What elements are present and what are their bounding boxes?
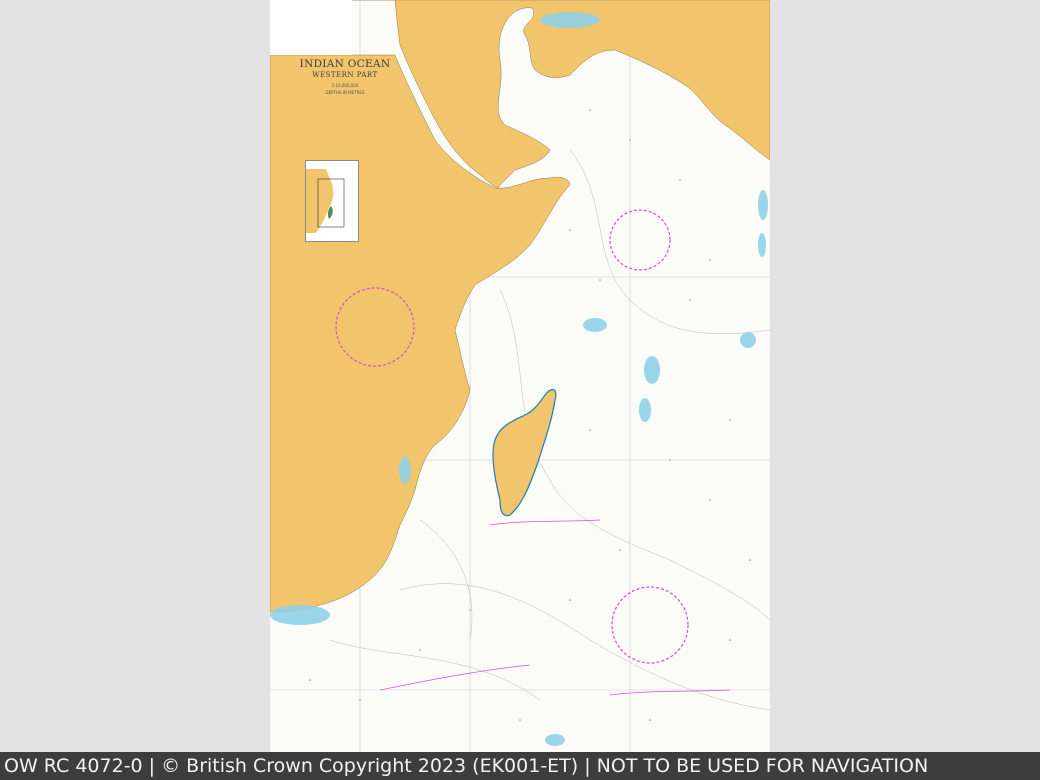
inset-map-graphic	[306, 169, 345, 233]
chart-graphics	[270, 0, 770, 752]
inset-locator-map	[305, 160, 359, 242]
copyright-caption: OW RC 4072-0 | © British Crown Copyright…	[0, 752, 1040, 780]
chart-depth-units: DEPTHS IN METRES	[325, 90, 365, 95]
chart-scale: 1:10,000,000	[331, 83, 359, 88]
chart-subtitle: WESTERN PART	[312, 71, 378, 79]
chart-viewer: INDIAN OCEAN WESTERN PART 1:10,000,000 D…	[0, 0, 1040, 752]
blank-corner	[270, 0, 352, 55]
chart-title: INDIAN OCEAN	[299, 58, 391, 70]
nautical-chart[interactable]: INDIAN OCEAN WESTERN PART 1:10,000,000 D…	[270, 0, 770, 752]
magenta-tracks	[379, 519, 731, 696]
